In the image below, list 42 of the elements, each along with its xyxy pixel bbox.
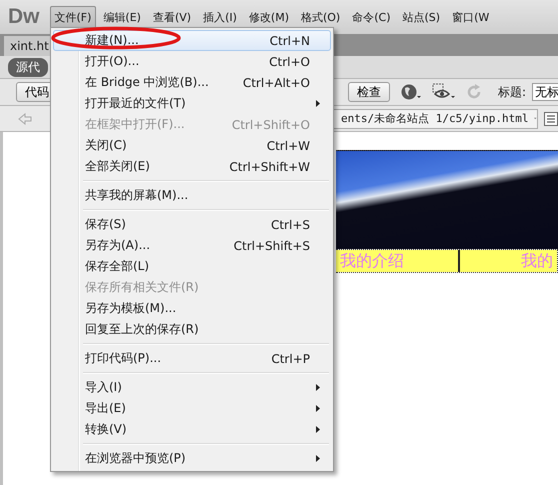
shortcut-text: Ctrl+W bbox=[266, 138, 310, 152]
shortcut-text: Ctrl+P bbox=[271, 352, 310, 366]
globe-icon[interactable] bbox=[400, 83, 422, 101]
shortcut-text: Ctrl+O bbox=[269, 54, 310, 68]
menu-item[interactable]: 转换(V) bbox=[53, 419, 331, 440]
app-logo: Dw bbox=[8, 5, 40, 29]
title-label: 标题: bbox=[498, 84, 526, 100]
menu-bar-item[interactable]: 格式(O) bbox=[296, 6, 346, 28]
shortcut-text: Ctrl+N bbox=[270, 34, 310, 48]
menu-bar-item[interactable]: 编辑(E) bbox=[98, 6, 146, 28]
shortcut-text: Ctrl+S bbox=[270, 218, 310, 232]
shortcut-text: Ctrl+Shift+S bbox=[234, 238, 310, 252]
menu-item[interactable]: 另存为模板(M)... bbox=[53, 298, 331, 319]
menu-bar-item[interactable]: 命令(C) bbox=[347, 6, 396, 28]
shortcut-text: Ctrl+Shift+O bbox=[232, 118, 310, 132]
menu-item[interactable]: 保存(S) Ctrl+S bbox=[53, 214, 331, 235]
shortcut-text: Ctrl+Shift+W bbox=[229, 160, 310, 174]
menu-item[interactable]: 导出(E) bbox=[53, 398, 331, 419]
table-cell: 我的介绍 bbox=[336, 250, 458, 272]
dropdown-arrow-icon[interactable] bbox=[534, 116, 537, 121]
list-icon[interactable] bbox=[544, 112, 558, 126]
menu-item[interactable]: 关闭(C) Ctrl+W bbox=[53, 135, 331, 156]
menu-bar-item[interactable]: 查看(V) bbox=[148, 6, 196, 28]
menu-bar-item[interactable]: 插入(I) bbox=[198, 6, 242, 28]
menu-item[interactable]: 打开(O)... Ctrl+O bbox=[53, 51, 331, 72]
menu-bar-item[interactable]: 站点(S) bbox=[398, 6, 446, 28]
menu-bar-item[interactable]: 修改(M) bbox=[244, 6, 294, 28]
eye-icon[interactable] bbox=[432, 83, 456, 101]
menu-item[interactable]: 另存为(A)... Ctrl+Shift+S bbox=[53, 235, 331, 256]
menu-bar-item[interactable]: 窗口(W bbox=[447, 6, 494, 28]
view-switch[interactable]: 源代 bbox=[8, 58, 48, 76]
menu-item[interactable]: 打印代码(P)... Ctrl+P bbox=[53, 348, 331, 369]
menu-item[interactable]: 回复至上次的保存(R) bbox=[53, 319, 331, 340]
menu-item[interactable]: 共享我的屏幕(M)... bbox=[53, 185, 331, 206]
menu-item[interactable]: 全部关闭(E) Ctrl+Shift+W bbox=[53, 156, 331, 177]
menu-bar-item[interactable]: 文件(F) bbox=[50, 6, 96, 28]
table-cell: 我的 bbox=[458, 250, 557, 272]
shortcut-text: Ctrl+Alt+O bbox=[242, 76, 310, 90]
menu-item[interactable]: 保存全部(L) bbox=[53, 256, 331, 277]
menu-item[interactable]: 导入(I) bbox=[53, 377, 331, 398]
menu-item[interactable]: 在浏览器中预览(P) bbox=[53, 448, 331, 469]
inspect-button[interactable]: 检查 bbox=[348, 82, 390, 102]
